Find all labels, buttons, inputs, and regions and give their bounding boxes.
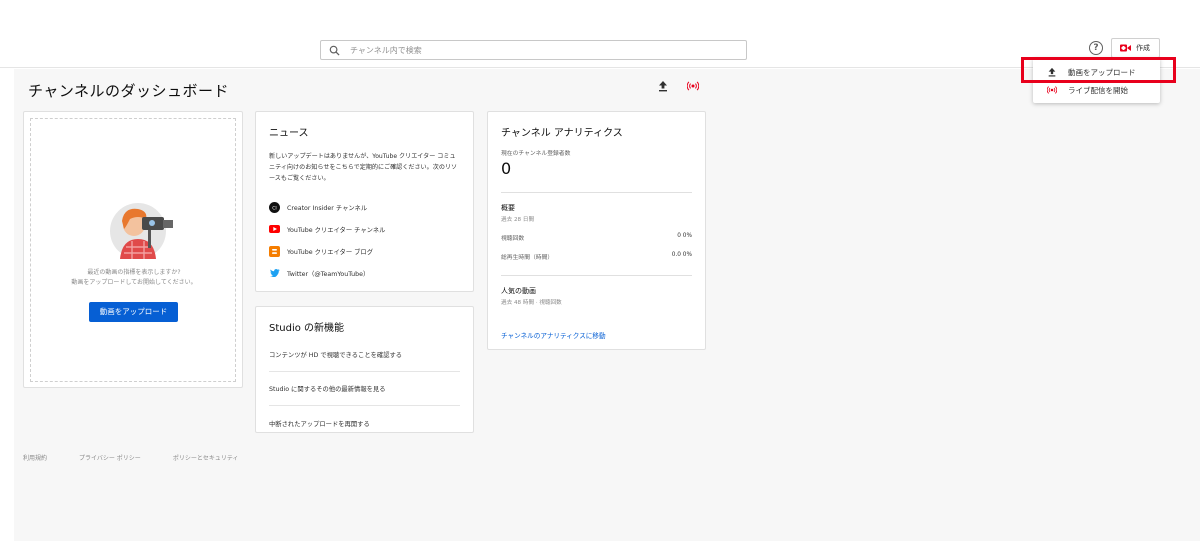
upload-hint-line1: 最近の動画の指標を表示しますか? — [87, 269, 181, 276]
news-card: ニュース 新しいアップデートはありませんが、YouTube クリエイター コミュ… — [255, 111, 474, 292]
whats-new-list: コンテンツが HD で視聴できることを確認する Studio に関するその他の最… — [269, 338, 460, 440]
whats-new-item-hd[interactable]: コンテンツが HD で視聴できることを確認する — [269, 338, 460, 372]
whats-new-title: Studio の新機能 — [269, 323, 345, 334]
views-change: 0% — [682, 233, 692, 239]
svg-text:CI: CI — [272, 205, 276, 211]
footer-link-policy-safety[interactable]: ポリシーとセキュリティ — [173, 453, 239, 462]
watch-time-metric: 0.0 0% — [672, 252, 692, 261]
create-label: 作成 — [1136, 44, 1150, 52]
popular-period: 過去 48 時間 · 視聴回数 — [501, 300, 562, 306]
news-link-label: Creator Insider チャンネル — [287, 204, 368, 212]
top-bar: ? 作成 — [0, 0, 1200, 68]
summary-period: 過去 28 日間 — [501, 217, 535, 223]
youtube-icon — [269, 224, 280, 235]
menu-item-label: ライブ配信を開始 — [1068, 85, 1128, 95]
twitter-icon — [269, 268, 280, 279]
blogger-icon — [269, 245, 280, 257]
video-camera-icon — [1120, 44, 1131, 52]
news-link-creator-insider[interactable]: CI Creator Insider チャンネル — [269, 196, 460, 218]
search-input[interactable] — [350, 45, 730, 55]
creator-insider-icon: CI — [269, 201, 280, 213]
subscribers-label: 現在のチャンネル登録者数 — [501, 151, 571, 157]
analytics-card: チャンネル アナリティクス 現在のチャンネル登録者数 0 概要 過去 28 日間… — [487, 111, 706, 350]
go-live-button[interactable] — [685, 78, 701, 94]
news-link-creator-blog[interactable]: YouTube クリエイター ブログ — [269, 240, 460, 262]
popular-title: 人気の動画 — [501, 287, 536, 295]
upload-hint-line2: 動画をアップロードしてお開始してください。 — [71, 279, 197, 286]
upload-hint: 最近の動画の指標を表示しますか? 動画をアップロードしてお開始してください。 — [31, 268, 237, 288]
upload-shortcut-button[interactable] — [655, 78, 671, 94]
creator-illustration — [110, 203, 173, 259]
views-metric: 0 0% — [677, 233, 692, 242]
footer-link-privacy[interactable]: プライバシー ポリシー — [79, 453, 141, 462]
upload-card: 最近の動画の指標を表示しますか? 動画をアップロードしてお開始してください。 動… — [23, 111, 243, 388]
whats-new-item-resume-upload[interactable]: 中断されたアップロードを再開する — [269, 406, 460, 440]
watch-time-label: 総再生時間（時間） — [501, 255, 554, 261]
upload-video-button[interactable]: 動画をアップロード — [89, 302, 178, 322]
page-title: チャンネルのダッシュボード — [28, 82, 230, 100]
footer-link-terms[interactable]: 利用規約 — [23, 453, 47, 462]
highlight-box — [1021, 57, 1176, 83]
subscribers-value: 0 — [501, 159, 512, 178]
analytics-title: チャンネル アナリティクス — [501, 128, 623, 139]
search-icon — [329, 45, 340, 56]
news-link-twitter[interactable]: Twitter（@TeamYouTube） — [269, 262, 460, 284]
watch-time-row: 総再生時間（時間） 0.0 0% — [501, 252, 692, 261]
views-label: 視聴回数 — [501, 236, 525, 242]
live-icon — [687, 81, 699, 91]
create-button[interactable]: 作成 — [1111, 38, 1160, 58]
live-icon — [1047, 86, 1057, 94]
news-link-label: YouTube クリエイター チャンネル — [287, 226, 386, 234]
news-text: 新しいアップデートはありませんが、YouTube クリエイター コミュニティ向け… — [269, 153, 458, 182]
menu-item-go-live[interactable]: ライブ配信を開始 — [1033, 80, 1160, 100]
main-area: チャンネルのダッシュボード 最近の動画の指標を表示しますか? 動画をアップロード… — [14, 69, 1200, 541]
search-box[interactable] — [320, 40, 747, 60]
news-title: ニュース — [269, 128, 309, 139]
summary-title: 概要 — [501, 204, 515, 212]
whats-new-card: Studio の新機能 コンテンツが HD で視聴できることを確認する Stud… — [255, 306, 474, 433]
news-links: CI Creator Insider チャンネル YouTube クリエイター … — [269, 196, 460, 284]
footer: 利用規約 プライバシー ポリシー ポリシーとセキュリティ — [23, 453, 238, 462]
news-link-label: Twitter（@TeamYouTube） — [287, 270, 370, 278]
analytics-link[interactable]: チャンネルのアナリティクスに移動 — [501, 330, 692, 340]
news-link-youtube-creators[interactable]: YouTube クリエイター チャンネル — [269, 218, 460, 240]
upload-dropzone[interactable]: 最近の動画の指標を表示しますか? 動画をアップロードしてお開始してください。 動… — [30, 118, 236, 382]
help-icon[interactable]: ? — [1089, 41, 1103, 55]
views-value: 0 — [677, 233, 681, 239]
upload-icon — [659, 81, 667, 92]
whats-new-item-updates[interactable]: Studio に関するその他の最新情報を見る — [269, 372, 460, 406]
views-row: 視聴回数 0 0% — [501, 233, 692, 242]
divider — [501, 192, 692, 193]
news-link-label: YouTube クリエイター ブログ — [287, 248, 374, 256]
divider — [501, 275, 692, 276]
watch-time-value: 0.0 — [671, 252, 681, 258]
watch-time-change: 0% — [682, 252, 692, 258]
